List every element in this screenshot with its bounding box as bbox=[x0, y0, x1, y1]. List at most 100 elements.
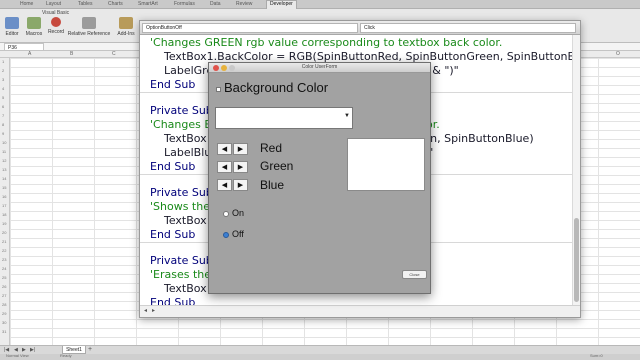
procedure-dropdown[interactable]: Click bbox=[360, 23, 576, 33]
row-header[interactable]: 16 bbox=[2, 194, 6, 199]
close-button[interactable]: Close bbox=[402, 270, 427, 279]
row-header[interactable]: 30 bbox=[2, 320, 6, 325]
tab-review[interactable]: Review bbox=[236, 1, 252, 7]
record-icon bbox=[51, 17, 61, 27]
tab-data[interactable]: Data bbox=[210, 1, 221, 7]
code-line: Private Sub bbox=[150, 186, 213, 199]
record-button[interactable]: Record bbox=[46, 17, 66, 39]
code-line: 'Shows the bbox=[150, 200, 210, 213]
row-header[interactable]: 29 bbox=[2, 311, 6, 316]
label-green: Green bbox=[260, 159, 294, 173]
spin-button-blue[interactable]: ◀ ▶ bbox=[217, 179, 249, 192]
column-header[interactable]: O bbox=[616, 51, 620, 57]
row-header[interactable]: 28 bbox=[2, 302, 6, 307]
row-header[interactable]: 2 bbox=[2, 68, 4, 73]
scroll-left-icon[interactable]: ◂ bbox=[142, 308, 149, 315]
row-header[interactable]: 9 bbox=[2, 131, 4, 136]
row-header[interactable]: 13 bbox=[2, 167, 6, 172]
code-line: 'Erases the bbox=[150, 268, 212, 281]
status-ready: Ready bbox=[60, 353, 72, 358]
row-header[interactable]: 4 bbox=[2, 86, 4, 91]
row-header[interactable]: 24 bbox=[2, 266, 6, 271]
row-header[interactable]: 23 bbox=[2, 257, 6, 262]
vertical-scrollbar[interactable] bbox=[572, 35, 580, 305]
row-header[interactable]: 11 bbox=[2, 149, 6, 154]
row-header[interactable]: 14 bbox=[2, 176, 6, 181]
column-header[interactable]: A bbox=[28, 51, 31, 57]
code-line: End Sub bbox=[150, 228, 196, 241]
status-bar: Normal View Ready Sum=0 bbox=[0, 353, 640, 360]
name-box[interactable]: P36 bbox=[4, 43, 44, 51]
row-header[interactable]: 26 bbox=[2, 284, 6, 289]
label-red: Red bbox=[260, 141, 283, 155]
tab-tables[interactable]: Tables bbox=[78, 1, 92, 7]
spin-left-icon[interactable]: ◀ bbox=[217, 143, 232, 155]
object-dropdown[interactable]: OptionButtonOff bbox=[142, 23, 358, 33]
tab-layout[interactable]: Layout bbox=[46, 1, 61, 7]
row-header[interactable]: 21 bbox=[2, 239, 6, 244]
color-preview-textbox[interactable] bbox=[347, 138, 425, 191]
vb-editor-icon bbox=[5, 17, 19, 29]
background-color-checkbox[interactable] bbox=[216, 87, 221, 92]
color-combobox[interactable]: ▼ bbox=[215, 107, 353, 129]
row-header[interactable]: 3 bbox=[2, 77, 4, 82]
tab-home[interactable]: Home bbox=[20, 1, 33, 7]
row-header[interactable]: 27 bbox=[2, 293, 6, 298]
status-view: Normal View bbox=[6, 353, 29, 358]
row-header[interactable]: 25 bbox=[2, 275, 6, 280]
scroll-right-icon[interactable]: ▸ bbox=[150, 308, 157, 315]
row-header[interactable]: 8 bbox=[2, 122, 4, 127]
code-window-toolbar: OptionButtonOff Click bbox=[140, 21, 580, 35]
tab-formulas[interactable]: Formulas bbox=[174, 1, 195, 7]
option-button-off[interactable] bbox=[223, 232, 229, 238]
code-line: 'Changes GREEN rgb value corresponding t… bbox=[150, 36, 503, 49]
relative-reference-button[interactable]: Relative Reference bbox=[66, 17, 112, 39]
row-header[interactable]: 22 bbox=[2, 248, 6, 253]
spin-right-icon[interactable]: ▶ bbox=[233, 179, 248, 191]
code-line: Private Sub bbox=[150, 254, 213, 267]
add-ins-button[interactable]: Add-Ins bbox=[116, 17, 136, 39]
spin-left-icon[interactable]: ◀ bbox=[217, 179, 232, 191]
add-ins-icon bbox=[119, 17, 133, 29]
color-userform: Color UserForm Background Color ▼ ◀ ▶ Re… bbox=[208, 62, 431, 294]
relative-reference-icon bbox=[82, 17, 96, 29]
spin-right-icon[interactable]: ▶ bbox=[233, 143, 248, 155]
editor-button[interactable]: Editor bbox=[2, 17, 22, 39]
spin-button-green[interactable]: ◀ ▶ bbox=[217, 161, 249, 174]
row-header[interactable]: 12 bbox=[2, 158, 6, 163]
row-header[interactable]: 19 bbox=[2, 221, 6, 226]
option-button-on[interactable] bbox=[223, 211, 229, 217]
tab-charts[interactable]: Charts bbox=[108, 1, 123, 7]
row-header[interactable]: 17 bbox=[2, 203, 6, 208]
row-header[interactable]: 31 bbox=[2, 329, 6, 334]
last-sheet-icon[interactable]: ▶| bbox=[30, 347, 35, 353]
background-color-label: Background Color bbox=[224, 80, 329, 95]
horizontal-scrollbar[interactable]: ◂ ▸ bbox=[140, 305, 580, 317]
tab-developer[interactable]: Developer bbox=[266, 0, 297, 9]
row-header[interactable]: 20 bbox=[2, 230, 6, 235]
column-header[interactable]: C bbox=[112, 51, 116, 57]
row-header[interactable]: 5 bbox=[2, 95, 4, 100]
column-header[interactable]: B bbox=[70, 51, 73, 57]
code-line: End Sub bbox=[150, 78, 196, 91]
editor-button-label: Editor bbox=[5, 31, 19, 37]
row-header[interactable]: 15 bbox=[2, 185, 6, 190]
row-header[interactable]: 6 bbox=[2, 104, 4, 109]
spin-left-icon[interactable]: ◀ bbox=[217, 161, 232, 173]
spin-button-red[interactable]: ◀ ▶ bbox=[217, 143, 249, 156]
ribbon-group-label: Visual Basic bbox=[42, 10, 70, 16]
ribbon-tab-bar: Home Layout Tables Charts SmartArt Formu… bbox=[0, 0, 640, 9]
scrollbar-thumb[interactable] bbox=[574, 218, 579, 302]
add-sheet-button[interactable]: + bbox=[88, 346, 92, 354]
code-line: Private Sub bbox=[150, 104, 213, 117]
tab-smartart[interactable]: SmartArt bbox=[138, 1, 158, 7]
row-header[interactable]: 10 bbox=[2, 140, 6, 145]
spin-right-icon[interactable]: ▶ bbox=[233, 161, 248, 173]
chevron-down-icon[interactable]: ▼ bbox=[344, 113, 350, 119]
row-header[interactable]: 18 bbox=[2, 212, 6, 217]
code-line: TextBox bbox=[150, 214, 207, 227]
userform-titlebar: Color UserForm bbox=[209, 63, 430, 73]
macros-button[interactable]: Macros bbox=[24, 17, 44, 39]
row-header[interactable]: 7 bbox=[2, 113, 4, 118]
row-header[interactable]: 1 bbox=[2, 59, 4, 64]
